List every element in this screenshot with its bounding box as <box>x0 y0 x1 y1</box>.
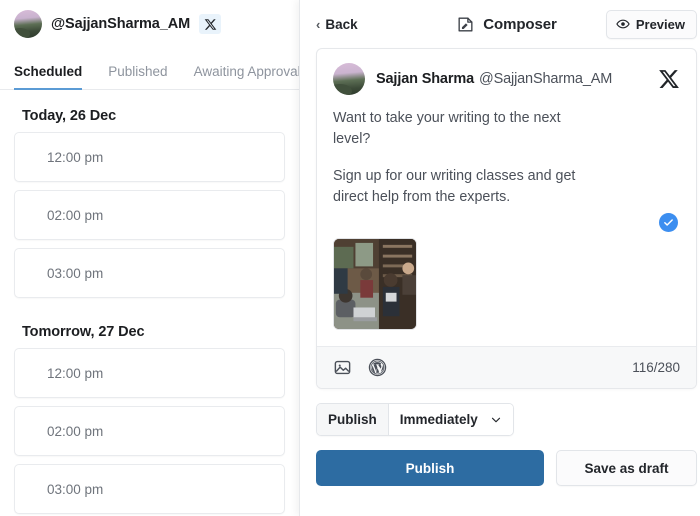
avatar <box>14 10 42 38</box>
schedule-panel: @SajjanSharma_AM Scheduled Published Awa… <box>0 0 299 516</box>
composer-actions: Publish Save as draft <box>316 450 697 487</box>
slot-card[interactable]: 02:00 pm <box>14 190 285 240</box>
page-title: Composer <box>483 15 557 33</box>
post-paragraph: Sign up for our writing classes and get … <box>333 168 576 206</box>
publish-segment: Publish Immediately <box>316 403 514 437</box>
schedule-tabs: Scheduled Published Awaiting Approval <box>0 48 299 90</box>
back-button[interactable]: ‹ Back <box>316 17 358 32</box>
avatar <box>333 63 365 95</box>
publish-timing-select[interactable]: Immediately <box>388 404 513 436</box>
eye-icon <box>616 17 630 31</box>
account-handle: @SajjanSharma_AM <box>51 16 191 32</box>
slot-time: 12:00 pm <box>47 365 104 381</box>
slot-card[interactable]: 03:00 pm <box>14 464 285 514</box>
preview-button[interactable]: Preview <box>605 9 697 39</box>
account-bar: @SajjanSharma_AM <box>0 0 299 48</box>
schedule-list[interactable]: Today, 26 Dec 12:00 pm 02:00 pm 03:00 pm… <box>0 90 299 516</box>
publish-segment-label: Publish <box>317 404 389 436</box>
chevron-left-icon: ‹ <box>316 16 321 32</box>
check-circle-icon <box>659 213 678 233</box>
slot-time: 02:00 pm <box>47 423 104 439</box>
slot-time: 03:00 pm <box>47 265 104 281</box>
save-as-draft-button[interactable]: Save as draft <box>556 450 697 487</box>
post-media-thumbnail[interactable] <box>333 238 417 331</box>
post-body: Sajjan Sharma @SajjanSharma_AM Want to ta… <box>317 49 696 346</box>
publish-button[interactable]: Publish <box>316 450 544 487</box>
day-heading-today: Today, 26 Dec <box>22 108 117 124</box>
tab-scheduled[interactable]: Scheduled <box>14 64 83 90</box>
slot-card[interactable]: 12:00 pm <box>14 348 285 398</box>
x-logo-icon <box>658 68 680 90</box>
wordpress-icon[interactable] <box>368 358 387 377</box>
post-preview-card: Sajjan Sharma @SajjanSharma_AM Want to ta… <box>316 48 697 390</box>
post-paragraph: Want to take your writing to the next le… <box>333 110 561 148</box>
slot-time: 03:00 pm <box>47 481 104 497</box>
slot-card[interactable]: 12:00 pm <box>14 132 285 182</box>
slot-time: 12:00 pm <box>47 149 104 165</box>
x-logo-icon <box>199 14 222 34</box>
slot-card[interactable]: 03:00 pm <box>14 248 285 298</box>
slot-time: 02:00 pm <box>47 207 104 223</box>
publish-schedule-row: Publish Immediately <box>316 403 697 437</box>
chevron-down-icon <box>490 414 502 426</box>
compose-icon <box>456 15 475 34</box>
verified-row <box>333 213 680 233</box>
post-author-names: Sajjan Sharma @SajjanSharma_AM <box>376 70 612 88</box>
composer-header: ‹ Back Composer Preview <box>316 0 697 48</box>
back-button-label: Back <box>325 16 358 32</box>
post-author-row: Sajjan Sharma @SajjanSharma_AM <box>333 63 680 95</box>
post-author-handle: @SajjanSharma_AM <box>479 71 613 87</box>
post-author-name: Sajjan Sharma <box>376 71 474 87</box>
slot-card[interactable]: 02:00 pm <box>14 406 285 456</box>
character-count: 116/280 <box>632 360 680 376</box>
tab-awaiting-approval[interactable]: Awaiting Approval <box>194 64 299 89</box>
day-heading-tomorrow: Tomorrow, 27 Dec <box>22 324 145 340</box>
composer-screen: @SajjanSharma_AM Scheduled Published Awa… <box>0 0 700 516</box>
preview-button-label: Preview <box>635 16 685 32</box>
publish-timing-value: Immediately <box>399 412 478 428</box>
tab-published[interactable]: Published <box>108 64 167 89</box>
image-icon[interactable] <box>333 358 352 377</box>
composer-toolbar: 116/280 <box>317 346 696 389</box>
composer-panel: ‹ Back Composer Preview Sajjan Sharma @S… <box>299 0 700 516</box>
